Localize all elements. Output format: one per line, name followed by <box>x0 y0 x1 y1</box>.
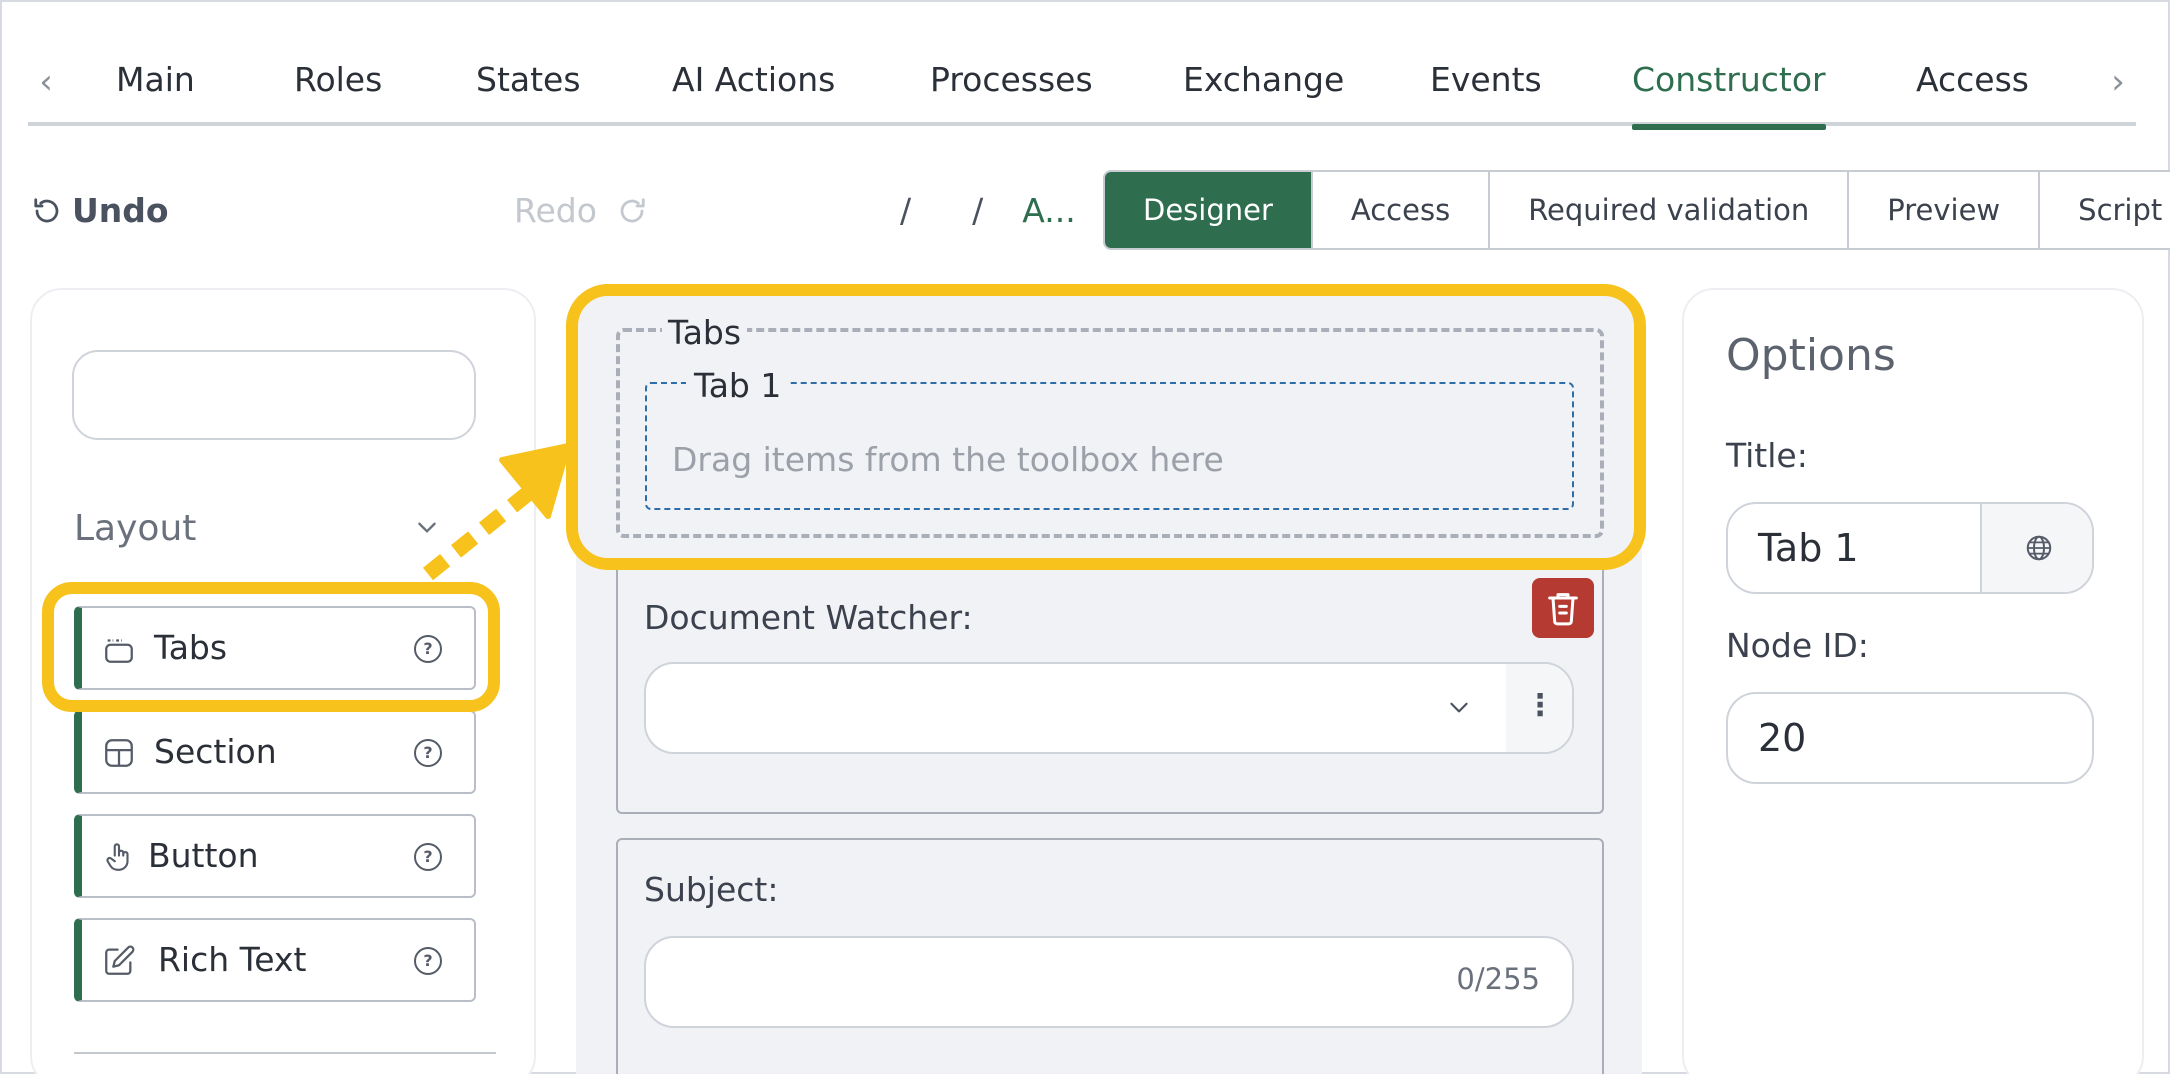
app-frame: ‹ Main Roles States AI Actions Processes… <box>0 0 2170 1074</box>
more-options-button[interactable]: ⋮ <box>1506 664 1572 752</box>
tab-states[interactable]: States <box>476 54 581 126</box>
mode-access-button[interactable]: Access <box>1312 172 1491 248</box>
mode-switcher: Designer Access Required validation Prev… <box>1103 170 2170 250</box>
globe-icon <box>2026 535 2052 561</box>
tab-processes[interactable]: Processes <box>930 54 1093 126</box>
node-id-value: 20 <box>1758 716 1807 760</box>
tab-events[interactable]: Events <box>1430 54 1542 126</box>
toolbox-search-input[interactable] <box>72 350 476 440</box>
breadcrumb-current[interactable]: A... <box>1022 191 1075 230</box>
nav-next-arrow[interactable]: › <box>2100 62 2136 102</box>
tab-main[interactable]: Main <box>116 54 195 126</box>
tab-roles[interactable]: Roles <box>294 54 382 126</box>
trash-icon <box>1548 593 1578 626</box>
breadcrumb: / / A... <box>900 187 1076 235</box>
character-counter: 0/255 <box>1456 962 1540 996</box>
document-watcher-field[interactable]: Document Watcher: ⋮ <box>616 570 1604 814</box>
mode-required-validation-button[interactable]: Required validation <box>1490 172 1850 248</box>
undo-button[interactable]: Undo <box>32 187 169 235</box>
breadcrumb-separator: / <box>900 191 912 230</box>
toolbox-item-label: Button <box>148 836 259 875</box>
node-id-input[interactable]: 20 <box>1726 692 2094 784</box>
redo-label: Redo <box>514 191 597 230</box>
tab-exchange[interactable]: Exchange <box>1183 54 1344 126</box>
undo-icon <box>34 198 59 223</box>
toolbox-item-label: Rich Text <box>158 940 307 979</box>
tab-access[interactable]: Access <box>1916 54 2029 126</box>
chevron-down-icon[interactable] <box>414 514 440 540</box>
document-watcher-label: Document Watcher: <box>644 598 973 637</box>
undo-label: Undo <box>72 191 169 230</box>
toolbox-item-section[interactable]: Section ? <box>74 710 476 794</box>
node-id-label: Node ID: <box>1726 626 1869 665</box>
subject-input[interactable]: 0/255 <box>644 936 1574 1028</box>
toolbox-item-rich-text[interactable]: Rich Text ? <box>74 918 476 1002</box>
help-icon[interactable]: ? <box>414 843 442 871</box>
redo-button[interactable]: Redo <box>514 187 647 235</box>
section-icon <box>105 739 133 767</box>
edit-icon <box>105 945 135 975</box>
mode-designer-button[interactable]: Designer <box>1105 172 1313 248</box>
pointer-hand-icon <box>106 843 129 871</box>
breadcrumb-separator: / <box>972 191 984 230</box>
tab-ai-actions[interactable]: AI Actions <box>672 54 835 126</box>
mode-preview-button[interactable]: Preview <box>1849 172 2041 248</box>
help-icon[interactable]: ? <box>414 739 442 767</box>
layout-section-title[interactable]: Layout <box>74 508 196 549</box>
mode-script-button[interactable]: Script <box>2040 172 2170 248</box>
tabs-item-highlight <box>42 582 500 712</box>
document-watcher-select[interactable]: ⋮ <box>644 662 1574 754</box>
tab-constructor[interactable]: Constructor <box>1632 54 1826 130</box>
tabs-container-highlight <box>566 284 1646 570</box>
redo-icon <box>621 198 646 223</box>
delete-button[interactable] <box>1532 578 1594 638</box>
toolbox-item-button[interactable]: Button ? <box>74 814 476 898</box>
help-icon[interactable]: ? <box>414 947 442 975</box>
top-nav: ‹ Main Roles States AI Actions Processes… <box>28 42 2136 130</box>
title-label: Title: <box>1726 436 1808 475</box>
translate-button[interactable] <box>1980 504 2092 592</box>
toolbox-divider <box>74 1052 496 1054</box>
chevron-down-icon[interactable] <box>1446 694 1472 720</box>
options-title: Options <box>1726 330 1896 381</box>
title-input[interactable]: Tab 1 <box>1726 502 2094 594</box>
nav-prev-arrow[interactable]: ‹ <box>28 62 64 102</box>
title-value: Tab 1 <box>1758 526 1859 570</box>
subject-label: Subject: <box>644 870 779 909</box>
toolbox-item-label: Section <box>154 732 277 771</box>
subject-field[interactable]: Subject: 0/255 <box>616 838 1604 1074</box>
options-panel: Options Title: Tab 1 Node ID: 20 <box>1682 288 2144 1074</box>
